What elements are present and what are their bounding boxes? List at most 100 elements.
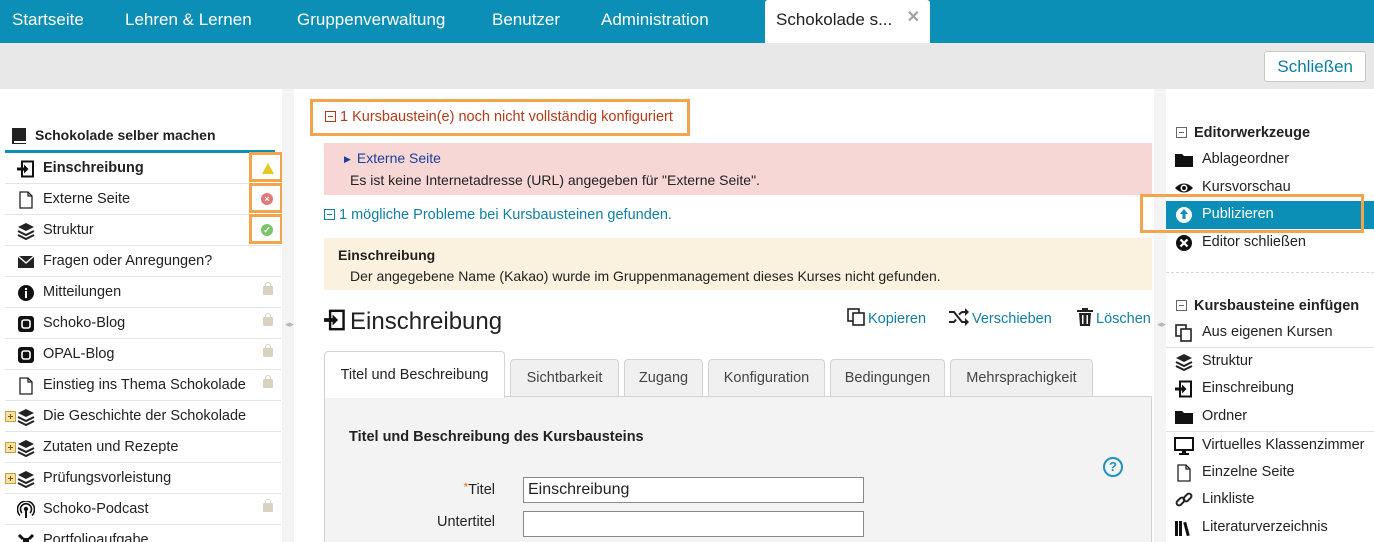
tab-sichtbarkeit[interactable]: Sichtbarkeit	[510, 359, 619, 397]
tool-label: Editor schließen	[1202, 234, 1306, 250]
shuffle-icon	[949, 308, 969, 326]
nav-tab-gruppenverwaltung[interactable]: Gruppenverwaltung	[297, 0, 445, 43]
title-input[interactable]	[523, 477, 864, 503]
error-node-link[interactable]: ▶ Externe Seite	[344, 149, 1152, 168]
splitter-grip-icon: ◂▸	[1157, 319, 1167, 329]
move-button[interactable]: Verschieben	[948, 307, 1052, 329]
enrollment-icon	[1175, 380, 1192, 398]
app: Startseite Lehren & Lernen Gruppenverwal…	[0, 0, 1374, 542]
hint-message: Der angegebene Name (Kakao) wurde im Gru…	[350, 268, 941, 284]
tree-node-einstieg[interactable]: Einstieg ins Thema Schokolade	[5, 370, 281, 401]
problems-header-text: 1 mögliche Probleme bei Kursbausteinen g…	[339, 207, 672, 223]
tree-node-label: Einschreibung	[43, 160, 144, 176]
expand-icon[interactable]	[5, 442, 16, 453]
tree-node-struktur[interactable]: Struktur ✓	[5, 214, 283, 246]
library-icon	[1175, 521, 1190, 537]
course-tree: Schokolade selber machen Einschreibung E…	[0, 89, 290, 542]
portfolio-icon	[17, 533, 35, 542]
layers-icon	[17, 471, 35, 488]
tool-ablageordner[interactable]: Ablageordner	[1166, 146, 1374, 174]
tab-mehrsprachigkeit[interactable]: Mehrsprachigkeit	[950, 359, 1093, 397]
book-icon	[12, 128, 26, 144]
enrollment-icon	[17, 160, 34, 178]
collapse-icon	[1176, 300, 1187, 311]
tree-node-opal-blog[interactable]: OPAL-Blog	[5, 339, 281, 370]
expand-icon[interactable]	[5, 411, 16, 422]
tree-node-externe-seite[interactable]: Externe Seite ×	[5, 183, 283, 215]
folder-icon	[1175, 411, 1193, 424]
insert-ordner[interactable]: Ordner	[1166, 403, 1374, 431]
tree-node-label: Schoko-Blog	[43, 315, 126, 331]
ok-icon: ✓	[261, 224, 273, 236]
lock-icon	[263, 375, 273, 388]
copy-button[interactable]: Kopieren	[846, 307, 926, 329]
help-icon[interactable]: ?	[1103, 457, 1123, 477]
insert-einzelne-seite[interactable]: Einzelne Seite	[1166, 459, 1374, 487]
collapse-icon	[1176, 127, 1187, 138]
status-highlight: ✓	[249, 214, 283, 244]
node-title-text: Einschreibung	[350, 308, 503, 335]
hint-panel: Einschreibung Der angegebene Name (Kakao…	[324, 238, 1152, 290]
insert-label: Literaturverzeichnis	[1202, 519, 1328, 535]
nav-tab-benutzer[interactable]: Benutzer	[492, 0, 560, 43]
expand-icon[interactable]	[5, 473, 16, 484]
tree-node-einschreibung[interactable]: Einschreibung	[5, 152, 283, 184]
tree-node-schoko-blog[interactable]: Schoko-Blog	[5, 308, 281, 339]
tools-group-label: Editorwerkzeuge	[1194, 125, 1311, 141]
copy-icon	[1175, 324, 1192, 342]
tree-node-fragen[interactable]: Fragen oder Anregungen?	[5, 246, 281, 277]
nav-tab-administration[interactable]: Administration	[601, 0, 709, 43]
tree-node-label: Schoko-Podcast	[43, 501, 149, 517]
tool-label: Kursvorschau	[1202, 179, 1291, 195]
triangle-right-icon: ▶	[344, 154, 351, 164]
course-root[interactable]: Schokolade selber machen	[5, 117, 275, 153]
course-title: Schokolade selber machen	[35, 127, 216, 143]
tree-node-portfolio[interactable]: Portfolioaufgabe	[5, 525, 281, 542]
tab-konfiguration[interactable]: Konfiguration	[708, 359, 825, 397]
nav-tab-lehren-lernen[interactable]: Lehren & Lernen	[125, 0, 252, 43]
insert-aus-eigenen-kursen[interactable]: Aus eigenen Kursen	[1166, 319, 1374, 347]
tool-label: Ablageordner	[1202, 151, 1290, 167]
close-circle-icon	[1176, 235, 1192, 251]
config-warning-header[interactable]: 1 Kursbaustein(e) noch nicht vollständig…	[310, 99, 690, 136]
delete-button[interactable]: Löschen	[1076, 307, 1151, 329]
insert-linkliste[interactable]: Linkliste	[1166, 486, 1374, 514]
insert-einschreibung[interactable]: Einschreibung	[1166, 375, 1374, 403]
right-splitter[interactable]: ◂▸	[1154, 89, 1166, 542]
tree-node-geschichte[interactable]: Die Geschichte der Schokolade	[5, 401, 281, 432]
insert-group-header[interactable]: Kursbausteine einfügen	[1176, 298, 1359, 314]
tree-node-label: Fragen oder Anregungen?	[43, 253, 213, 269]
node-title: Einschreibung	[324, 307, 502, 337]
subtitle-input[interactable]	[523, 511, 864, 537]
collapse-icon	[324, 209, 335, 220]
error-icon: ×	[261, 193, 273, 205]
tree-node-podcast[interactable]: Schoko-Podcast	[5, 494, 281, 525]
tab-bedingungen[interactable]: Bedingungen	[830, 359, 945, 397]
insert-virtuelles-klassenzimmer[interactable]: Virtuelles Klassenzimmer	[1166, 431, 1374, 459]
page-icon	[19, 191, 33, 209]
tree-node-mitteilungen[interactable]: Mitteilungen	[5, 277, 281, 308]
title-label: *Titel	[345, 480, 495, 498]
tree-node-pruefungsvorleistung[interactable]: Prüfungsvorleistung	[5, 463, 281, 494]
insert-label: Ordner	[1202, 408, 1248, 424]
tree-node-zutaten[interactable]: Zutaten und Rezepte	[5, 432, 281, 463]
nav-tab-course-active[interactable]: Schokolade s... ✕	[765, 0, 930, 43]
insert-literaturverzeichnis[interactable]: Literaturverzeichnis	[1166, 514, 1374, 542]
insert-struktur[interactable]: Struktur	[1166, 347, 1374, 375]
tab-zugang[interactable]: Zugang	[624, 359, 703, 397]
page-icon	[19, 377, 33, 395]
monitor-icon	[1174, 437, 1194, 455]
layers-icon	[1175, 354, 1193, 371]
tools-group-header[interactable]: Editorwerkzeuge	[1176, 125, 1310, 141]
tree-node-label: Einstieg ins Thema Schokolade	[43, 377, 246, 393]
close-tab-icon[interactable]: ✕	[907, 0, 920, 38]
close-button[interactable]: Schließen	[1264, 51, 1366, 82]
lock-icon	[263, 344, 273, 357]
folder-icon	[1175, 154, 1193, 167]
tab-titel-beschreibung[interactable]: Titel und Beschreibung	[324, 351, 505, 398]
left-splitter[interactable]: ◂▸	[282, 89, 294, 542]
nav-tab-startseite[interactable]: Startseite	[12, 0, 84, 43]
tool-editor-schliessen[interactable]: Editor schließen	[1166, 229, 1374, 257]
problems-header[interactable]: 1 mögliche Probleme bei Kursbausteinen g…	[324, 207, 672, 223]
insert-label: Einzelne Seite	[1202, 464, 1295, 480]
